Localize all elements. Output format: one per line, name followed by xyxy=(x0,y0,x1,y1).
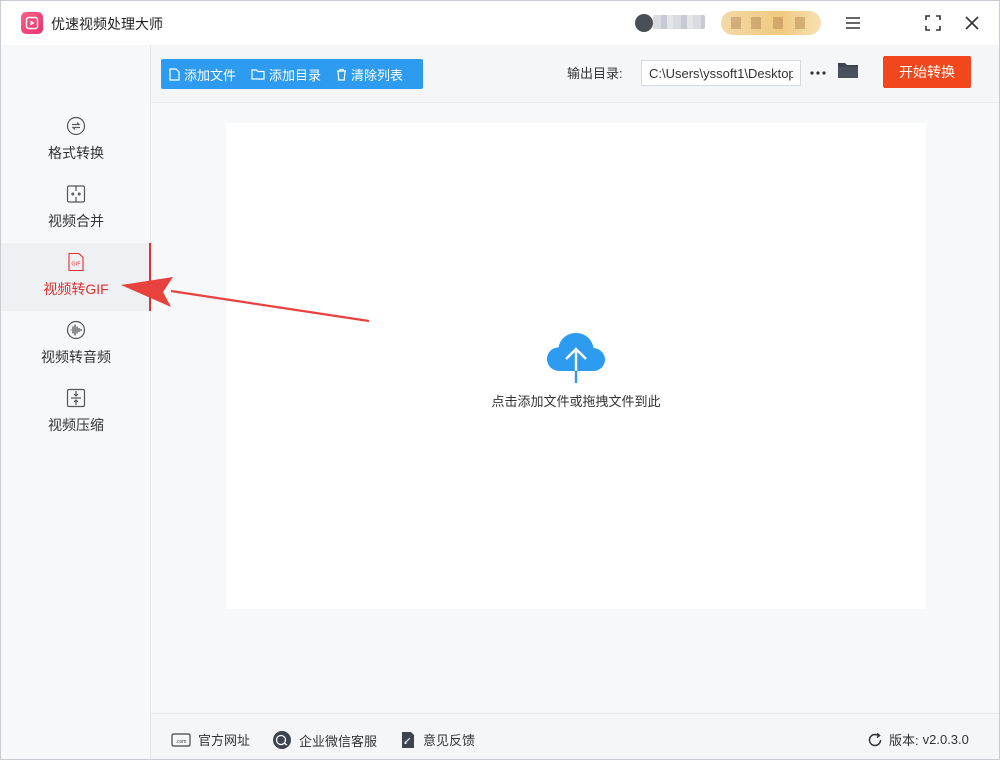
close-icon[interactable] xyxy=(960,11,984,35)
file-icon xyxy=(169,67,180,81)
sidebar-item-label: 视频转GIF xyxy=(43,281,109,297)
trash-icon xyxy=(337,68,347,81)
annotation-arrow-icon xyxy=(121,277,370,323)
svg-text:.com: .com xyxy=(176,739,187,745)
folder-outline-icon xyxy=(251,69,265,80)
audio-icon xyxy=(65,319,87,341)
version-info: 版本: v2.0.3.0 xyxy=(867,730,969,749)
compress-icon xyxy=(65,387,87,409)
add-file-label: 添加文件 xyxy=(184,67,237,83)
cloud-upload-icon xyxy=(544,329,608,390)
maximize-icon[interactable] xyxy=(921,11,945,35)
sidebar-item-compress[interactable]: 视频压缩 xyxy=(1,379,151,447)
gif-icon: GIF xyxy=(65,251,87,273)
more-options-button[interactable] xyxy=(809,60,827,86)
app-title: 优速视频处理大师 xyxy=(51,16,163,32)
app-window: 优速视频处理大师 格式转换 视频合并 GIF 视频转GIF 视频转音频 视频压缩… xyxy=(0,0,1000,760)
menu-icon[interactable] xyxy=(841,11,865,35)
file-action-group: 添加文件 添加目录 清除列表 xyxy=(161,59,423,89)
website-label: 官方网址 xyxy=(198,733,251,748)
add-dir-label: 添加目录 xyxy=(269,67,322,83)
clear-list-button[interactable]: 清除列表 xyxy=(336,65,403,84)
wechat-support-link[interactable]: 企业微信客服 xyxy=(272,730,377,750)
refresh-icon xyxy=(868,732,882,746)
sidebar-item-label: 视频压缩 xyxy=(48,417,104,433)
sidebar-item-merge[interactable]: 视频合并 xyxy=(1,175,151,243)
output-dir-input[interactable] xyxy=(641,60,801,86)
wechat-support-label: 企业微信客服 xyxy=(299,733,378,749)
footer: .com 官方网址 企业微信客服 意见反馈 版本: v2.0.3.0 xyxy=(151,713,999,759)
user-avatar[interactable] xyxy=(635,14,653,32)
version-value: v2.0.3.0 xyxy=(922,732,969,747)
title-bar: 优速视频处理大师 xyxy=(1,1,999,45)
merge-icon xyxy=(65,183,87,205)
user-name-blurred[interactable] xyxy=(653,15,705,29)
sidebar-item-label: 格式转换 xyxy=(48,145,104,161)
ellipsis-icon xyxy=(810,71,826,75)
sidebar: 格式转换 视频合并 GIF 视频转GIF 视频转音频 视频压缩 xyxy=(1,45,151,759)
version-label: 版本: xyxy=(889,733,919,748)
add-dir-button[interactable]: 添加目录 xyxy=(251,65,321,84)
feedback-icon xyxy=(402,731,414,748)
sidebar-item-label: 视频转音频 xyxy=(41,349,111,365)
open-folder-icon[interactable] xyxy=(837,61,859,83)
feedback-label: 意见反馈 xyxy=(423,733,476,748)
drop-zone-hint: 点击添加文件或拖拽文件到此 xyxy=(491,394,661,409)
app-logo-icon xyxy=(21,12,43,34)
toolbar: 添加文件 添加目录 清除列表 输出目录: 开始转换 xyxy=(151,45,999,103)
website-icon: .com xyxy=(171,732,191,747)
clear-list-label: 清除列表 xyxy=(351,67,404,83)
svg-text:GIF: GIF xyxy=(71,262,81,268)
output-dir-label: 输出目录: xyxy=(567,66,623,81)
sidebar-item-label: 视频合并 xyxy=(48,213,104,229)
start-convert-button[interactable]: 开始转换 xyxy=(883,56,971,88)
vip-badge[interactable] xyxy=(721,11,821,35)
website-link[interactable]: .com 官方网址 xyxy=(171,730,250,749)
format-convert-icon xyxy=(65,115,87,137)
sidebar-item-format-convert[interactable]: 格式转换 xyxy=(1,107,151,175)
file-drop-zone[interactable]: 点击添加文件或拖拽文件到此 xyxy=(226,123,926,609)
add-file-button[interactable]: 添加文件 xyxy=(169,65,236,84)
wechat-icon xyxy=(273,731,291,749)
feedback-link[interactable]: 意见反馈 xyxy=(400,730,475,749)
